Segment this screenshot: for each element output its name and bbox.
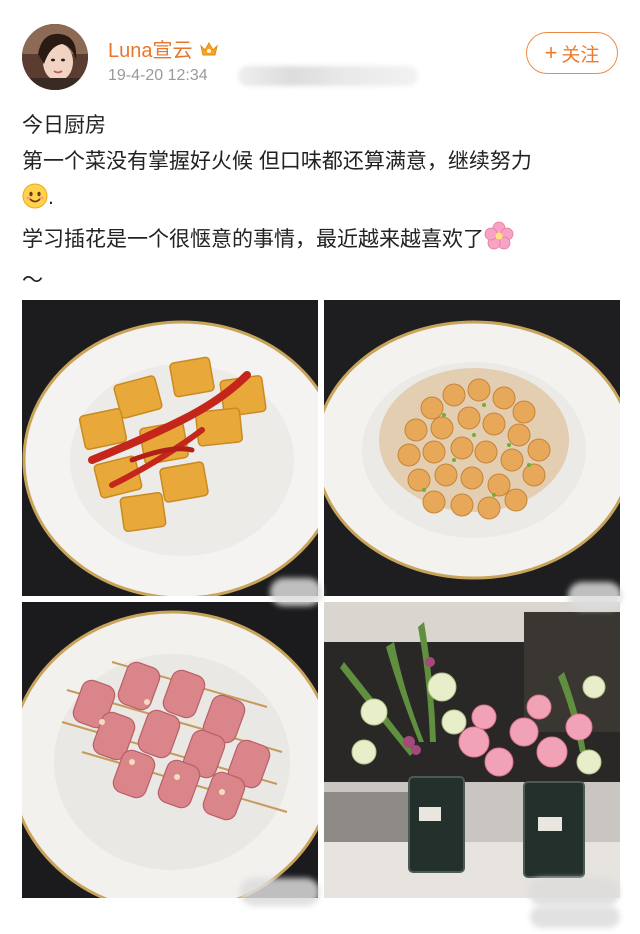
photo-shrimp[interactable] [324, 300, 620, 596]
blurred-watermark [240, 878, 320, 906]
smile-emoji-icon [22, 183, 48, 221]
post-text: 今日厨房 第一个菜没有掌握好火候 但口味都还算满意，继续努力 . 学习插花是一个… [22, 108, 622, 299]
photo-flowers[interactable] [324, 602, 620, 898]
post-text-line: 今日厨房 [22, 114, 106, 137]
username-row[interactable]: Luna宣云 [108, 34, 219, 63]
post-text-line: ～ [22, 269, 43, 292]
photo-omelette[interactable] [22, 300, 318, 596]
post-timestamp: 19-4-20 12:34 [108, 67, 208, 84]
photo-bacon-skewers[interactable] [22, 602, 318, 898]
cherry-blossom-emoji-icon [484, 221, 514, 263]
blurred-watermark [528, 878, 620, 906]
blurred-source-text [238, 66, 418, 86]
post-text-line: . [22, 180, 622, 221]
avatar[interactable] [22, 24, 88, 90]
follow-label: 关注 [561, 44, 600, 66]
post-text-line: 学习插花是一个很惬意的事情，最近越来越喜欢了 [22, 221, 622, 263]
blurred-watermark [530, 906, 620, 928]
blurred-watermark [568, 582, 622, 610]
post-text-line: 第一个菜没有掌握好火候 但口味都还算满意，继续努力 [22, 150, 532, 173]
plus-icon: + [544, 40, 558, 65]
vip-crown-icon [199, 40, 219, 58]
blurred-watermark [270, 578, 322, 606]
follow-button[interactable]: + 关注 [526, 32, 618, 74]
username[interactable]: Luna宣云 [108, 34, 193, 63]
